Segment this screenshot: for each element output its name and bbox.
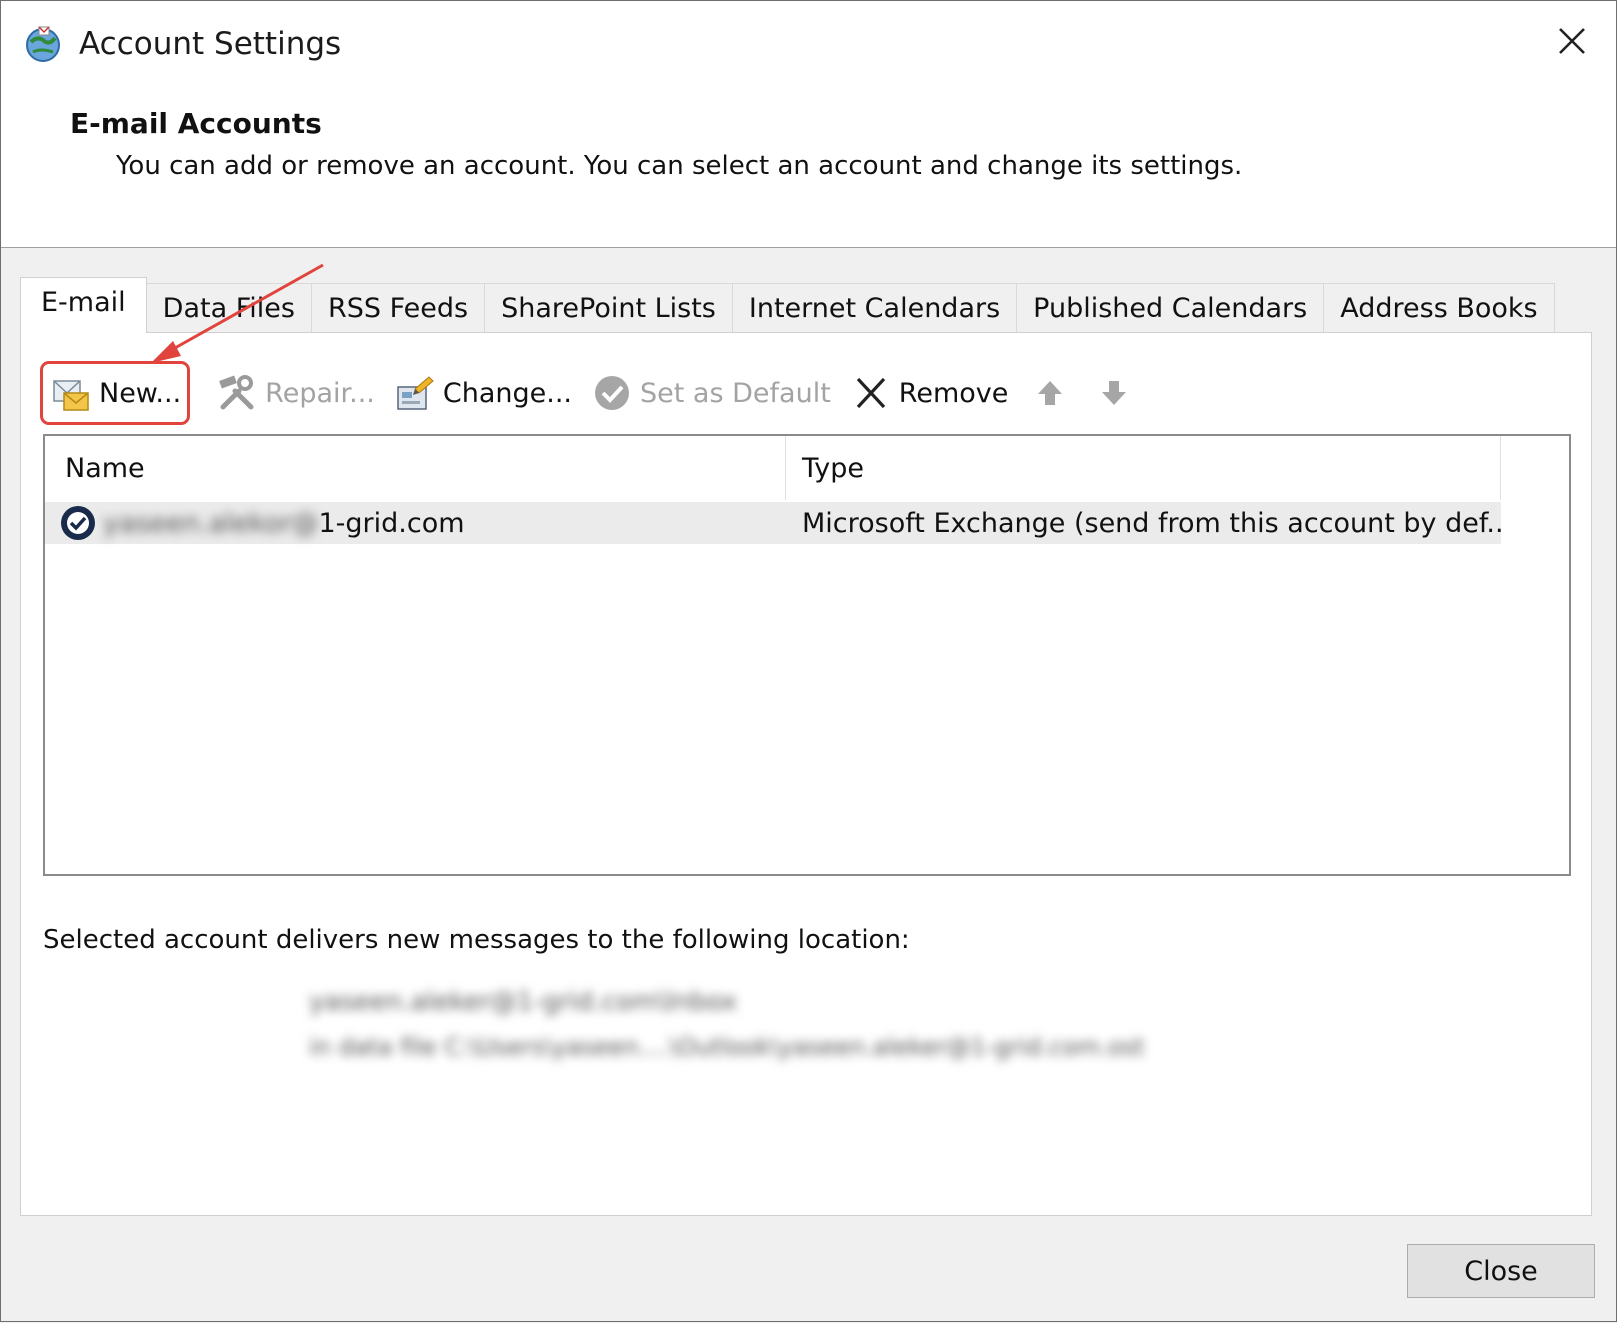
move-down-button[interactable] <box>1082 364 1146 422</box>
section-description: You can add or remove an account. You ca… <box>116 151 1243 181</box>
close-button[interactable]: Close <box>1407 1244 1595 1298</box>
arrow-down-icon <box>1102 381 1127 405</box>
set-as-default-button[interactable]: Set as Default <box>582 364 841 422</box>
delivery-label: Selected account delivers new messages t… <box>43 925 910 955</box>
new-mail-icon <box>53 380 89 411</box>
title-bar: Account Settings <box>23 19 341 69</box>
default-account-check-icon <box>61 506 95 540</box>
table-row[interactable]: yaseen.alekor@ 1-grid.com Microsoft Exch… <box>45 502 1501 544</box>
account-toolbar: New... Repair... Change... Set as Defaul… <box>39 361 1146 425</box>
dialog-header: Account Settings E-mail Accounts You can… <box>1 1 1616 248</box>
tab-sharepoint-lists[interactable]: SharePoint Lists <box>484 283 733 333</box>
change-button-label: Change... <box>442 377 573 409</box>
close-icon[interactable] <box>1550 19 1594 63</box>
account-settings-dialog: Account Settings E-mail Accounts You can… <box>0 0 1617 1322</box>
tab-internet-calendars[interactable]: Internet Calendars <box>731 283 1018 333</box>
new-account-button[interactable]: New... <box>39 361 191 425</box>
repair-button-label: Repair... <box>265 377 375 409</box>
column-header-name[interactable]: Name <box>45 436 786 500</box>
column-header-type[interactable]: Type <box>786 436 1501 500</box>
tab-data-files[interactable]: Data Files <box>145 283 312 333</box>
arrow-up-icon <box>1038 381 1063 405</box>
tab-published-calendars[interactable]: Published Calendars <box>1016 283 1325 333</box>
check-circle-icon <box>595 376 630 410</box>
remove-button-label: Remove <box>898 377 1009 409</box>
tab-address-books[interactable]: Address Books <box>1323 283 1555 333</box>
section-title: E-mail Accounts <box>70 107 322 140</box>
list-header: Name Type <box>45 436 1501 500</box>
tab-strip: E-mail Data Files RSS Feeds SharePoint L… <box>20 277 1555 333</box>
set-as-default-label: Set as Default <box>640 377 831 409</box>
tools-icon <box>219 375 254 410</box>
account-name-cell: yaseen.alekor@ 1-grid.com <box>45 504 786 542</box>
remove-x-icon <box>856 377 885 409</box>
accounts-list: Name Type yaseen.alekor@ 1-grid.com Micr… <box>43 434 1571 876</box>
outlook-globe-icon <box>26 26 60 62</box>
repair-button[interactable]: Repair... <box>207 364 385 422</box>
tab-rss-feeds[interactable]: RSS Feeds <box>310 283 486 333</box>
account-name-redacted: yaseen.alekor@ <box>103 507 319 539</box>
delivery-location: yaseen.aleker@1-grid.com\Inbox <box>309 987 738 1017</box>
change-account-icon <box>397 376 434 410</box>
email-tab-panel: New... Repair... Change... Set as Defaul… <box>20 332 1592 1216</box>
new-button-label: New... <box>99 377 182 409</box>
account-type-cell: Microsoft Exchange (send from this accou… <box>802 507 1501 539</box>
move-up-button[interactable] <box>1018 364 1082 422</box>
tab-email[interactable]: E-mail <box>20 277 147 333</box>
change-button[interactable]: Change... <box>385 364 582 422</box>
delivery-data-file: in data file C:\Users\yaseen....\Outlook… <box>309 1033 1145 1061</box>
account-name-domain: 1-grid.com <box>318 507 465 539</box>
window-title: Account Settings <box>79 26 342 62</box>
remove-button[interactable]: Remove <box>841 364 1019 422</box>
